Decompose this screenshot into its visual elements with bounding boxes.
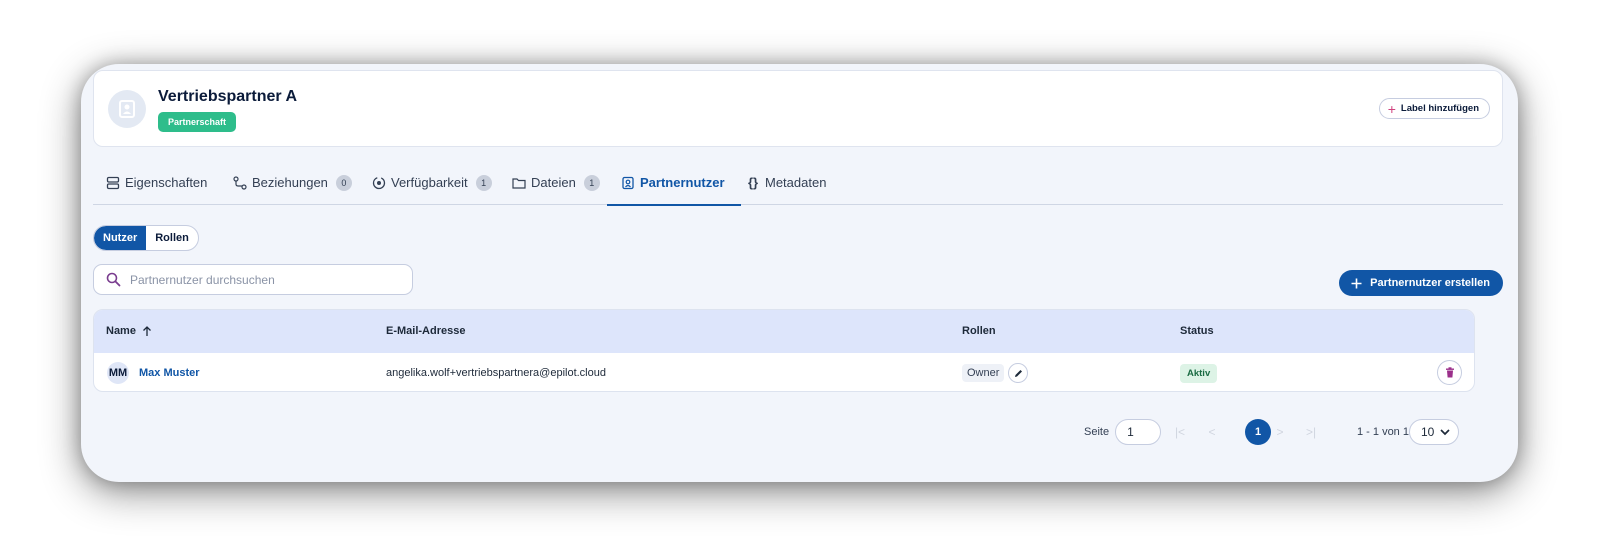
user-roles-cell: Owner (962, 353, 1029, 391)
tab-count-badge: 0 (335, 174, 352, 191)
range-text: 1 - 1 von 1 (1357, 426, 1409, 438)
table-header: Name E-Mail-Adresse Rollen Status (94, 310, 1474, 353)
user-badge-icon (621, 176, 635, 190)
last-page-icon[interactable]: >| (1302, 423, 1320, 441)
trash-icon (1445, 367, 1454, 378)
tab-label: Verfügbarkeit (391, 175, 468, 190)
toggle-nutzer[interactable]: Nutzer (94, 226, 147, 250)
tab-count-badge: 1 (583, 174, 600, 191)
pencil-icon (1014, 369, 1022, 377)
column-roles-header: Rollen (962, 325, 996, 337)
search-input[interactable] (130, 272, 390, 287)
delete-user-button[interactable] (1437, 360, 1462, 385)
tab-label: Dateien (531, 175, 576, 190)
column-name-header[interactable]: Name (106, 310, 152, 353)
page-size-select[interactable]: 10 (1409, 419, 1459, 445)
edit-roles-button[interactable] (1008, 363, 1029, 383)
entity-title: Vertriebspartner A (158, 88, 298, 105)
add-label-text: Label hinzufügen (1400, 103, 1479, 114)
folder-icon (512, 176, 526, 190)
avatar: MM (107, 362, 129, 384)
toggle-rollen[interactable]: Rollen (146, 226, 198, 250)
tab-dateien[interactable]: Dateien 1 (512, 160, 600, 205)
braces-icon: {} (747, 175, 759, 190)
relations-icon (233, 175, 247, 190)
role-chip: Owner (962, 364, 1005, 382)
tab-eigenschaften[interactable]: Eigenschaften (106, 160, 207, 205)
entity-header: Vertriebspartner A Partnerschaft + Label… (93, 70, 1503, 147)
contact-card-icon (119, 100, 135, 118)
next-page-icon[interactable]: > (1271, 423, 1289, 441)
add-label-button[interactable]: + Label hinzufügen (1378, 98, 1490, 119)
pagination-range: 1 - 1 von 1 (1357, 419, 1409, 445)
plus-icon (1351, 278, 1362, 288)
rows-icon (106, 176, 120, 190)
user-name-cell: MM Max Muster (107, 353, 200, 391)
tab-partnernutzer[interactable]: Partnernutzer (607, 160, 740, 206)
user-status-cell: Aktiv (1180, 353, 1218, 391)
previous-page-icon[interactable]: < (1203, 423, 1221, 441)
tab-label: Beziehungen (252, 175, 328, 190)
plus-icon: + (1387, 100, 1396, 117)
user-name-link[interactable]: Max Muster (139, 367, 200, 379)
tab-count-badge: 1 (475, 174, 492, 191)
chevron-down-icon (1440, 428, 1450, 435)
status-badge: Aktiv (1180, 363, 1218, 383)
create-button-label: Partnernutzer erstellen (1370, 277, 1490, 289)
column-email-header: E-Mail-Adresse (386, 325, 466, 337)
create-partner-user-button[interactable]: Partnernutzer erstellen (1339, 270, 1503, 296)
column-label: Name (106, 325, 136, 337)
pagination-page: Seite (1084, 419, 1162, 445)
sort-ascending-icon (143, 326, 151, 336)
tab-verfuegbarkeit[interactable]: Verfügbarkeit 1 (372, 160, 492, 205)
current-page-button[interactable]: 1 (1245, 419, 1271, 445)
tab-label: Metadaten (765, 175, 827, 190)
availability-icon (372, 176, 386, 190)
page-label: Seite (1084, 426, 1110, 438)
search-icon (106, 272, 121, 287)
tab-label: Eigenschaften (125, 175, 208, 190)
first-page-icon[interactable]: |< (1171, 423, 1189, 441)
entity-type-badge: Partnerschaft (158, 112, 237, 132)
app-window: Vertriebspartner A Partnerschaft + Label… (81, 64, 1518, 482)
view-toggle: Nutzer Rollen (93, 225, 199, 251)
tab-metadaten[interactable]: {} Metadaten (746, 160, 827, 205)
tab-bar: Eigenschaften Beziehungen 0 Verfügbarkei… (93, 160, 1503, 206)
column-status-header: Status (1180, 325, 1214, 337)
page-size-value: 10 (1421, 425, 1435, 439)
table-row[interactable]: MM Max Muster angelika.wolf+vertriebspar… (94, 353, 1474, 391)
tab-beziehungen[interactable]: Beziehungen 0 (233, 160, 352, 205)
entity-avatar (108, 90, 146, 128)
search-box (93, 264, 413, 295)
user-email: angelika.wolf+vertriebspartnera@epilot.c… (386, 367, 606, 379)
tab-label: Partnernutzer (640, 175, 725, 190)
page-number-input[interactable] (1115, 419, 1162, 445)
partner-users-table: Name E-Mail-Adresse Rollen Status MM Max… (93, 309, 1475, 392)
